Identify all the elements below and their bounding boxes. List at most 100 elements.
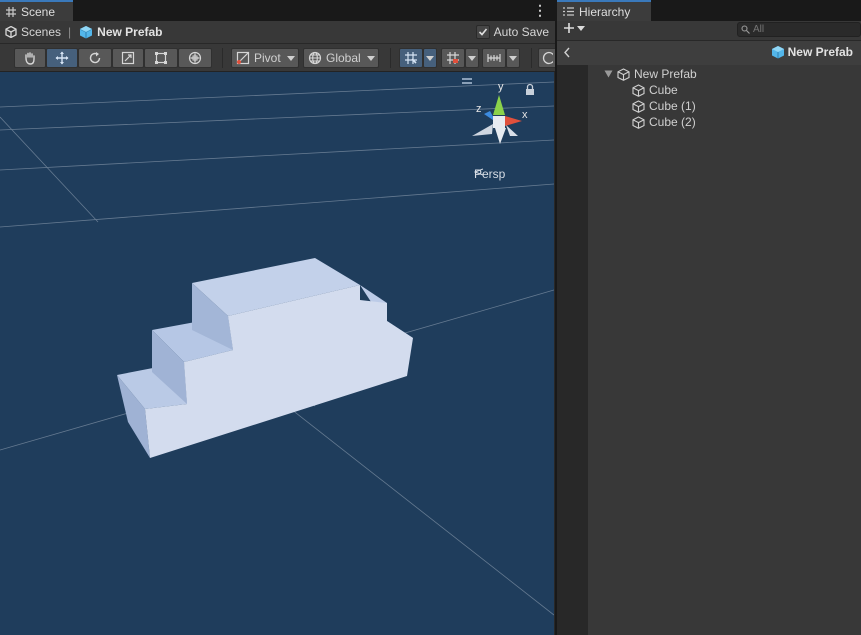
- prefab-cube-icon: [771, 46, 784, 59]
- grid-snap-icon: [405, 52, 417, 64]
- prefab-title-label: New Prefab: [787, 45, 853, 59]
- scene-more-menu-icon[interactable]: ⋮: [533, 0, 547, 21]
- hierarchy-tree: New Prefab Cube Cube (1) Cube (2): [588, 65, 861, 635]
- tab-scene-label: Scene: [21, 4, 56, 19]
- gizmo-x-axis[interactable]: [505, 116, 522, 126]
- draw-mode-button[interactable]: [538, 48, 555, 68]
- lock-icon[interactable]: [526, 83, 534, 96]
- grid-snap-dropdown[interactable]: [423, 48, 437, 68]
- back-arrow-icon[interactable]: [563, 47, 571, 61]
- rect-tool-button[interactable]: [144, 48, 178, 68]
- gameobject-cube-icon: [632, 99, 645, 113]
- pivot-icon: [236, 51, 250, 65]
- global-label: Global: [326, 51, 361, 65]
- gizmo-center-cube[interactable]: [493, 116, 505, 128]
- increment-snap-caret-icon: [468, 55, 476, 61]
- toolbar-separator: [222, 48, 223, 68]
- gizmo-z-label: z: [476, 103, 482, 115]
- pivot-dropdown-caret-icon: [286, 55, 295, 61]
- globe-icon: [308, 51, 322, 65]
- unity-logo-icon: [5, 26, 17, 38]
- rotate-tool-button[interactable]: [78, 48, 112, 68]
- scale-icon: [121, 51, 135, 65]
- persp-chevron-icon: [474, 168, 484, 176]
- tree-item-label: Cube: [649, 83, 678, 97]
- search-icon: [741, 25, 750, 34]
- grid-snap-caret-icon: [426, 55, 434, 61]
- prefab-mode-header: New Prefab: [557, 41, 861, 65]
- increment-snap-dropdown[interactable]: [465, 48, 479, 68]
- increment-snap-icon: [447, 52, 459, 64]
- mesh-front-face: [145, 285, 413, 458]
- gizmo-drag-handle[interactable]: [462, 78, 472, 80]
- snap-settings-dropdown[interactable]: [506, 48, 520, 68]
- create-caret-icon: [577, 25, 585, 31]
- prefab-cube-icon: [79, 25, 93, 39]
- tree-item-root[interactable]: New Prefab: [604, 66, 697, 82]
- snap-settings-button[interactable]: [482, 48, 506, 68]
- view-mode-toggle[interactable]: Persp: [474, 167, 505, 181]
- view-gizmo[interactable]: y x z: [462, 78, 542, 168]
- increment-snap-button[interactable]: [441, 48, 465, 68]
- search-input[interactable]: [753, 24, 853, 35]
- auto-save-toggle[interactable]: Auto Save: [475, 25, 549, 39]
- breadcrumb-separator: |: [68, 25, 72, 39]
- toolbar-separator: [531, 48, 532, 68]
- auto-save-label: Auto Save: [493, 25, 549, 39]
- tree-item-cube-1[interactable]: Cube (1): [632, 98, 696, 114]
- rotate-icon: [89, 52, 101, 64]
- auto-save-checkbox[interactable]: [475, 25, 490, 39]
- gizmo-y-axis[interactable]: [493, 95, 505, 115]
- move-icon: [55, 51, 69, 65]
- breadcrumb-current[interactable]: New Prefab: [97, 25, 162, 39]
- global-dropdown[interactable]: Global: [303, 48, 379, 68]
- gizmo-neg-z-axis[interactable]: [506, 125, 518, 136]
- gizmo-x-label: x: [522, 109, 528, 121]
- gameobject-cube-icon: [617, 67, 630, 81]
- gizmo-neg-x-axis[interactable]: [472, 124, 493, 136]
- breadcrumb: Scenes | New Prefab Auto Save: [0, 21, 555, 43]
- tab-hierarchy-label: Hierarchy: [579, 4, 631, 19]
- gameobject-cube-icon: [632, 83, 645, 97]
- scale-tool-button[interactable]: [112, 48, 144, 68]
- hand-icon: [25, 52, 35, 65]
- foldout-arrow-icon[interactable]: [604, 67, 613, 81]
- prefab-title: New Prefab: [771, 45, 853, 59]
- tree-item-label: Cube (2): [649, 115, 696, 129]
- transform-icon: [188, 51, 202, 65]
- tab-scene[interactable]: Scene: [0, 0, 73, 21]
- snap-settings-caret-icon: [509, 55, 517, 61]
- gizmo-neg-y-axis[interactable]: [495, 128, 506, 144]
- pivot-dropdown[interactable]: Pivot: [231, 48, 299, 68]
- rect-tool-icon: [155, 52, 167, 64]
- hierarchy-tab-bar: Hierarchy: [557, 0, 861, 21]
- gameobject-cube-icon: [632, 115, 645, 129]
- gizmo-y-label: y: [498, 81, 504, 93]
- hand-tool-button[interactable]: [14, 48, 46, 68]
- tree-item-cube[interactable]: Cube: [632, 82, 678, 98]
- scene-viewport[interactable]: y x z Persp: [0, 72, 554, 635]
- tree-item-label: Cube (1): [649, 99, 696, 113]
- list-icon: [563, 7, 574, 16]
- pivot-label: Pivot: [254, 51, 281, 65]
- toolbar-separator: [390, 48, 391, 68]
- create-dropdown[interactable]: [563, 22, 585, 34]
- grid-icon: [6, 6, 16, 17]
- shading-sphere-icon: [542, 51, 553, 65]
- ruler-icon: [487, 54, 501, 62]
- hierarchy-search[interactable]: [737, 22, 861, 37]
- transform-tool-button[interactable]: [178, 48, 212, 68]
- global-dropdown-caret-icon: [366, 55, 375, 61]
- breadcrumb-scenes[interactable]: Scenes: [21, 25, 61, 39]
- hierarchy-toolbar: [557, 21, 861, 40]
- move-tool-button[interactable]: [46, 48, 78, 68]
- checkmark-icon: [478, 28, 487, 36]
- tab-hierarchy[interactable]: Hierarchy: [557, 0, 651, 21]
- scene-tab-bar: Scene ⋮: [0, 0, 555, 21]
- plus-icon: [564, 23, 574, 33]
- grid-snap-button[interactable]: [399, 48, 423, 68]
- hierarchy-panel: Hierarchy New Prefab New Prefab Cube: [555, 0, 861, 635]
- scene-panel: Scene ⋮ Scenes | New Prefab Auto Save Pi…: [0, 0, 555, 635]
- tree-item-cube-2[interactable]: Cube (2): [632, 114, 696, 130]
- gizmo-drag-handle: [462, 82, 472, 84]
